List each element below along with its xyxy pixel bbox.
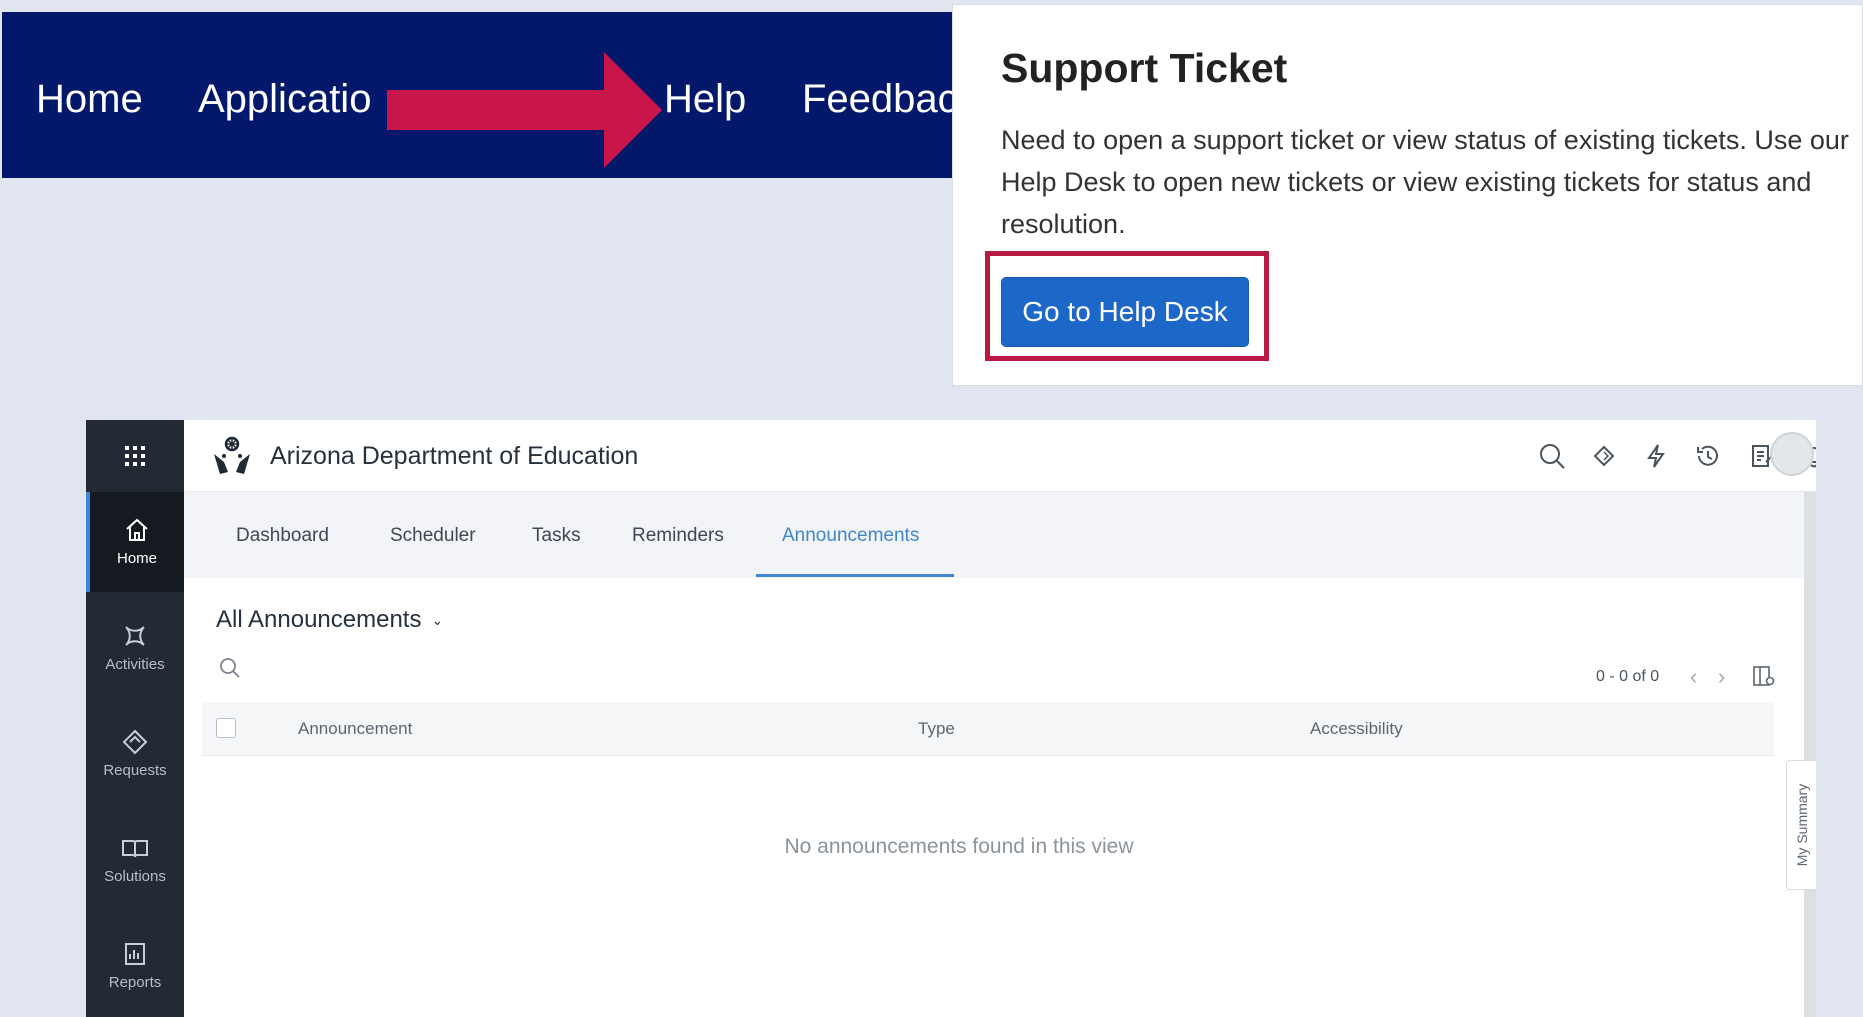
column-type[interactable]: Type — [918, 702, 955, 756]
nav-home[interactable]: Home — [36, 12, 143, 178]
column-settings-icon[interactable] — [1752, 664, 1776, 688]
history-icon[interactable] — [1694, 442, 1722, 470]
nav-applications[interactable]: Applicatio — [198, 12, 371, 178]
annotation-arrow-icon — [387, 52, 662, 168]
rail-label-activities: Activities — [105, 656, 165, 673]
grid-icon — [125, 446, 145, 466]
support-ticket-card: Support Ticket Need to open a support ti… — [952, 4, 1863, 386]
tab-tasks[interactable]: Tasks — [532, 492, 581, 578]
app-window: Home Activities Requests Solutions Repor… — [86, 420, 1816, 1017]
org-logo-icon — [214, 436, 250, 474]
left-rail: Home Activities Requests Solutions Repor… — [86, 420, 184, 1017]
rail-item-home[interactable]: Home — [86, 492, 184, 592]
tab-bar: Dashboard Scheduler Tasks Reminders Anno… — [184, 492, 1804, 578]
rail-label-requests: Requests — [103, 762, 167, 779]
chevron-down-icon: ⌄ — [431, 612, 444, 629]
active-tab-indicator — [756, 574, 954, 577]
rail-item-requests[interactable]: Requests — [86, 704, 184, 804]
app-header: Arizona Department of Education — [184, 420, 1816, 492]
scrollbar[interactable] — [1804, 492, 1816, 1017]
rail-label-reports: Reports — [108, 974, 162, 991]
org-name: Arizona Department of Education — [270, 442, 639, 470]
tab-scheduler[interactable]: Scheduler — [390, 492, 476, 578]
column-accessibility[interactable]: Accessibility — [1310, 702, 1403, 756]
solutions-icon — [122, 840, 148, 858]
activities-icon — [125, 626, 145, 646]
announcements-panel: All Announcements ⌄ 0 - 0 of 0 ‹ › Announ… — [184, 578, 1804, 1017]
top-nav-bar: Home Applicatio Help Feedbac — [2, 12, 952, 178]
tab-reminders[interactable]: Reminders — [632, 492, 724, 578]
nav-feedback[interactable]: Feedbac — [802, 12, 952, 178]
avatar[interactable] — [1770, 432, 1814, 476]
search-icon[interactable] — [1538, 442, 1566, 470]
app-grid-icon[interactable] — [86, 420, 184, 492]
next-page-icon[interactable]: › — [1718, 664, 1725, 690]
support-ticket-title: Support Ticket — [1001, 45, 1288, 91]
lightning-icon[interactable] — [1642, 442, 1670, 470]
home-icon — [126, 518, 148, 541]
rail-item-activities[interactable]: Activities — [86, 598, 184, 698]
diamond-sparkle-icon[interactable] — [1590, 442, 1618, 470]
go-to-help-desk-button[interactable]: Go to Help Desk — [1001, 277, 1249, 347]
view-filter-dropdown[interactable]: All Announcements ⌄ — [216, 606, 443, 634]
rail-item-reports[interactable]: Reports — [86, 916, 184, 1016]
empty-state-message: No announcements found in this view — [784, 835, 1134, 858]
reports-icon — [125, 943, 145, 965]
tab-announcements[interactable]: Announcements — [782, 492, 919, 578]
requests-icon — [122, 729, 148, 755]
rail-item-solutions[interactable]: Solutions — [86, 810, 184, 910]
tab-dashboard[interactable]: Dashboard — [236, 492, 329, 578]
pagination-count: 0 - 0 of 0 — [1596, 668, 1660, 685]
list-search-icon[interactable] — [218, 656, 242, 680]
column-announcement[interactable]: Announcement — [298, 702, 412, 756]
nav-help[interactable]: Help — [664, 12, 746, 178]
my-summary-tab[interactable]: My Summary — [1786, 760, 1816, 890]
rail-label-home: Home — [116, 550, 157, 567]
table-header: Announcement Type Accessibility — [202, 702, 1774, 756]
view-filter-label: All Announcements — [216, 606, 422, 633]
select-all-checkbox[interactable] — [216, 718, 236, 738]
rail-label-solutions: Solutions — [104, 868, 166, 885]
prev-page-icon[interactable]: ‹ — [1690, 664, 1697, 690]
support-ticket-description: Need to open a support ticket or view st… — [1001, 125, 1849, 239]
my-summary-label: My Summary — [1793, 783, 1810, 867]
